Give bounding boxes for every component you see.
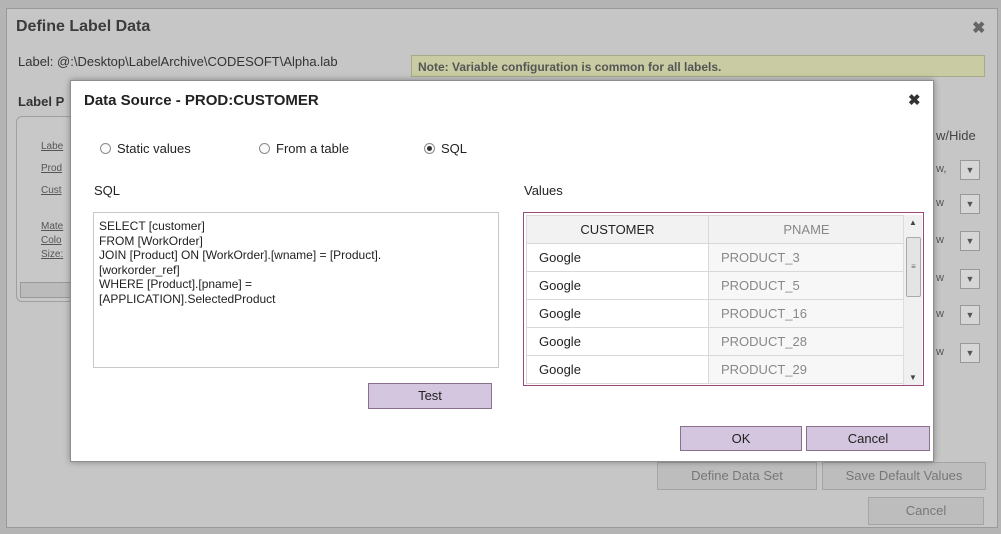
- label-path: Label: @:\Desktop\LabelArchive\CODESOFT\…: [18, 54, 338, 69]
- define-data-set-button[interactable]: Define Data Set: [657, 462, 817, 490]
- show-hide-select[interactable]: w ▼: [936, 305, 982, 325]
- dialog-title: Data Source - PROD:CUSTOMER: [84, 92, 319, 109]
- window-title: Define Label Data: [16, 18, 151, 35]
- panel-horizontal-scrollbar[interactable]: [20, 282, 72, 298]
- values-table: CUSTOMER PNAME Google PRODUCT_3 Google PRO…: [526, 215, 905, 384]
- chevron-down-icon[interactable]: ▼: [960, 194, 980, 214]
- scroll-down-arrow-icon[interactable]: ▼: [904, 373, 922, 382]
- show-hide-select[interactable]: w ▼: [936, 269, 982, 289]
- values-grid: CUSTOMER PNAME Google PRODUCT_3 Google PRO…: [523, 212, 924, 386]
- table-cell: Google: [526, 355, 709, 384]
- radio-label: SQL: [441, 141, 468, 156]
- table-cell: PRODUCT_16: [708, 299, 905, 328]
- chevron-down-icon[interactable]: ▼: [960, 269, 980, 289]
- radio-sql[interactable]: SQL: [424, 141, 467, 156]
- dialog-close-icon[interactable]: ✖: [908, 91, 921, 109]
- table-row[interactable]: Google PRODUCT_3: [526, 243, 905, 272]
- radio-from-a-table[interactable]: From a table: [259, 141, 349, 156]
- label-properties-heading: Label P: [18, 94, 65, 109]
- table-cell: PRODUCT_5: [708, 271, 905, 300]
- radio-label: From a table: [276, 141, 349, 156]
- table-cell: PRODUCT_3: [708, 243, 905, 272]
- window-close-icon[interactable]: ✖: [972, 18, 985, 38]
- show-hide-value: w: [936, 197, 944, 209]
- side-link-product[interactable]: Prod: [41, 163, 62, 174]
- cancel-button[interactable]: Cancel: [806, 426, 930, 451]
- show-hide-select[interactable]: w ▼: [936, 194, 982, 214]
- table-cell: Google: [526, 271, 709, 300]
- show-hide-value: w,: [936, 163, 947, 175]
- table-cell: Google: [526, 299, 709, 328]
- outer-cancel-button[interactable]: Cancel: [868, 497, 984, 525]
- table-row[interactable]: Google PRODUCT_5: [526, 271, 905, 300]
- radio-circle-icon[interactable]: [259, 143, 270, 154]
- side-link-color[interactable]: Colo: [41, 235, 62, 246]
- side-link-material[interactable]: Mate: [41, 221, 63, 232]
- side-link-label[interactable]: Labe: [41, 141, 63, 152]
- table-cell: Google: [526, 327, 709, 356]
- values-label: Values: [524, 183, 563, 198]
- grid-vertical-scrollbar[interactable]: ▲ ≡ ▼: [903, 215, 922, 385]
- column-header-customer[interactable]: CUSTOMER: [526, 215, 709, 244]
- chevron-down-icon[interactable]: ▼: [960, 305, 980, 325]
- show-hide-select[interactable]: w ▼: [936, 231, 982, 251]
- radio-circle-icon[interactable]: [100, 143, 111, 154]
- table-header-row: CUSTOMER PNAME: [526, 215, 905, 244]
- table-row[interactable]: Google PRODUCT_28: [526, 327, 905, 356]
- show-hide-select[interactable]: w, ▼: [936, 160, 982, 180]
- show-hide-header: w/Hide: [936, 128, 976, 143]
- column-header-pname[interactable]: PNAME: [708, 215, 905, 244]
- chevron-down-icon[interactable]: ▼: [960, 231, 980, 251]
- show-hide-value: w: [936, 308, 944, 320]
- label-field-panel: Labe Prod Cust Mate Colo Size:: [16, 116, 74, 302]
- sql-label: SQL: [94, 183, 121, 198]
- radio-static-values[interactable]: Static values: [100, 141, 191, 156]
- show-hide-value: w: [936, 272, 944, 284]
- chevron-down-icon[interactable]: ▼: [960, 160, 980, 180]
- sql-editor[interactable]: SELECT [customer] FROM [WorkOrder] JOIN …: [93, 212, 499, 368]
- table-cell: PRODUCT_28: [708, 327, 905, 356]
- table-cell: Google: [526, 243, 709, 272]
- side-link-size[interactable]: Size:: [41, 249, 63, 260]
- show-hide-value: w: [936, 234, 944, 246]
- scroll-thumb-grip-icon[interactable]: ≡: [906, 237, 921, 297]
- test-button[interactable]: Test: [368, 383, 492, 409]
- ok-button[interactable]: OK: [680, 426, 802, 451]
- table-row[interactable]: Google PRODUCT_29: [526, 355, 905, 384]
- save-default-values-button[interactable]: Save Default Values: [822, 462, 986, 490]
- chevron-down-icon[interactable]: ▼: [960, 343, 980, 363]
- table-row[interactable]: Google PRODUCT_16: [526, 299, 905, 328]
- table-cell: PRODUCT_29: [708, 355, 905, 384]
- radio-label: Static values: [117, 141, 191, 156]
- note-banner: Note: Variable configuration is common f…: [411, 55, 985, 77]
- show-hide-select[interactable]: w ▼: [936, 343, 982, 363]
- show-hide-value: w: [936, 346, 944, 358]
- radio-circle-selected-icon[interactable]: [424, 143, 435, 154]
- side-link-customer[interactable]: Cust: [41, 185, 62, 196]
- scroll-up-arrow-icon[interactable]: ▲: [904, 218, 922, 227]
